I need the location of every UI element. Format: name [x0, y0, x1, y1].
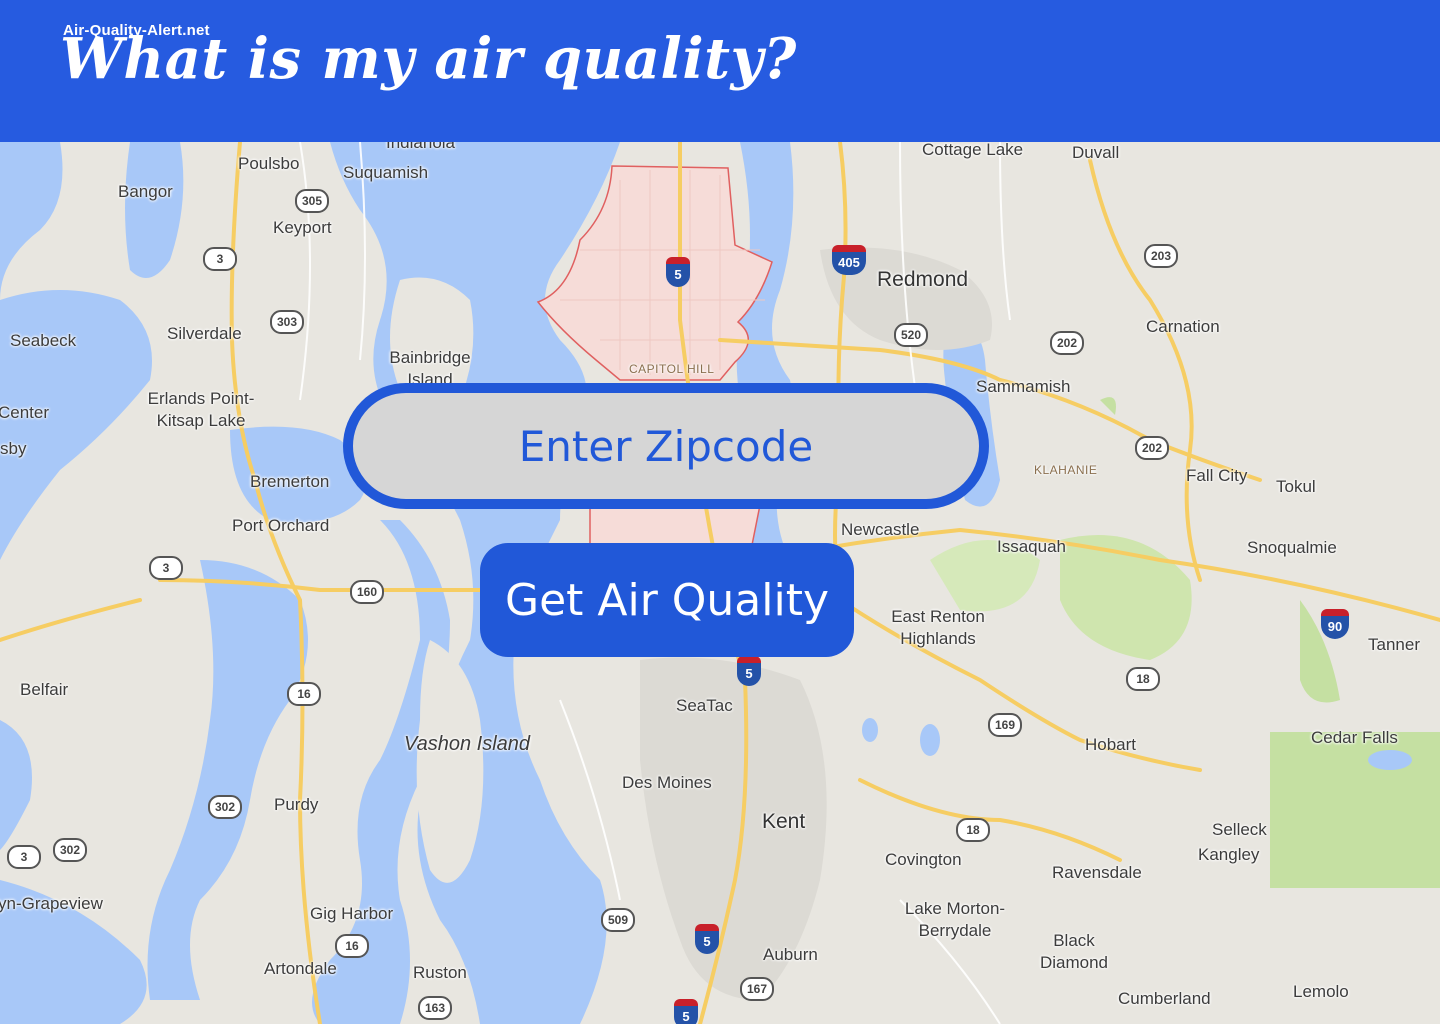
- zipcode-input[interactable]: [343, 383, 989, 509]
- place-label: Poulsbo: [238, 154, 300, 173]
- place-label: Ravensdale: [1052, 863, 1142, 882]
- place-label: Issaquah: [997, 537, 1066, 556]
- route-shield: 3: [203, 247, 237, 271]
- interstate-shield: 5: [695, 924, 719, 954]
- place-label: Cedar Falls: [1311, 728, 1398, 747]
- interstate-shield: 90: [1321, 609, 1349, 639]
- place-label: Tanner: [1368, 635, 1420, 654]
- place-label: Carnation: [1146, 317, 1220, 336]
- route-shield: 3: [149, 556, 183, 580]
- place-label: Belfair: [20, 680, 69, 699]
- route-shield: 16: [287, 682, 321, 706]
- place-label: Suquamish: [343, 163, 429, 182]
- route-shield: 169: [988, 713, 1022, 737]
- route-shield: 203: [1144, 244, 1178, 268]
- place-label: Indianola: [386, 142, 456, 152]
- place-label: Tokul: [1276, 477, 1316, 496]
- route-shield: 202: [1135, 436, 1169, 460]
- place-label: Gig Harbor: [310, 904, 394, 923]
- place-label: Vashon Island: [404, 733, 531, 755]
- place-label: Purdy: [274, 795, 319, 814]
- place-label: Silverdale: [167, 324, 242, 343]
- place-label: Port Orchard: [232, 516, 330, 535]
- place-label: Center: [0, 403, 50, 422]
- place-label: Des Moines: [622, 773, 712, 792]
- route-shield: 18: [1126, 667, 1160, 691]
- place-label: Auburn: [763, 945, 818, 964]
- place-label: Ruston: [413, 963, 467, 982]
- place-label: Artondale: [264, 959, 337, 978]
- place-label: Covington: [885, 850, 962, 869]
- place-label: Kangley: [1198, 845, 1260, 864]
- get-air-quality-button[interactable]: Get Air Quality: [480, 543, 854, 657]
- place-label: yn-Grapeview: [0, 894, 103, 913]
- interstate-shield: 5: [666, 257, 690, 287]
- place-label: Kent: [762, 810, 806, 833]
- place-label: Bremerton: [250, 472, 330, 491]
- interstate-shield: 405: [832, 245, 866, 275]
- route-shield: 167: [740, 977, 774, 1001]
- place-label: KLAHANIE: [1034, 463, 1098, 477]
- place-label: Lemolo: [1293, 982, 1349, 1001]
- place-label: Hobart: [1085, 735, 1137, 754]
- place-label: Black Diamond: [1039, 931, 1109, 973]
- place-label: Snoqualmie: [1247, 538, 1337, 557]
- place-label: Duvall: [1072, 143, 1120, 162]
- place-label: Bangor: [118, 182, 173, 201]
- place-label: sby: [0, 439, 27, 458]
- place-label: Sammamish: [976, 377, 1071, 396]
- interstate-shield: 5: [737, 656, 761, 686]
- place-label: Lake Morton-Berrydale: [904, 899, 1006, 941]
- place-label: Cottage Lake: [922, 142, 1024, 159]
- place-label: East Renton Highlands: [891, 607, 985, 649]
- route-shield: 302: [208, 795, 242, 819]
- route-shield: 305: [295, 189, 329, 213]
- route-shield: 16: [335, 934, 369, 958]
- route-shield: 18: [956, 818, 990, 842]
- route-shield: 202: [1050, 331, 1084, 355]
- route-shield: 160: [350, 580, 384, 604]
- place-label: Selleck: [1212, 820, 1267, 839]
- route-shield: 3: [7, 845, 41, 869]
- place-label: Newcastle: [841, 520, 920, 539]
- place-label: Fall City: [1186, 466, 1248, 485]
- route-shield: 303: [270, 310, 304, 334]
- place-label: Seabeck: [10, 331, 77, 350]
- place-label: SeaTac: [676, 696, 733, 715]
- interstate-shield: 5: [674, 999, 698, 1024]
- place-label: Redmond: [877, 268, 969, 291]
- route-shield: 163: [418, 996, 452, 1020]
- place-label: CAPITOL HILL: [629, 362, 715, 376]
- place-label: Keyport: [273, 218, 332, 237]
- place-label: Erlands Point-Kitsap Lake: [147, 389, 255, 431]
- place-label: Cumberland: [1118, 989, 1211, 1008]
- route-shield: 520: [894, 323, 928, 347]
- route-shield: 302: [53, 838, 87, 862]
- page-title: What is my air quality?: [60, 26, 797, 92]
- site-header: Air-Quality-Alert.net What is my air qua…: [0, 0, 1440, 142]
- route-shield: 509: [601, 908, 635, 932]
